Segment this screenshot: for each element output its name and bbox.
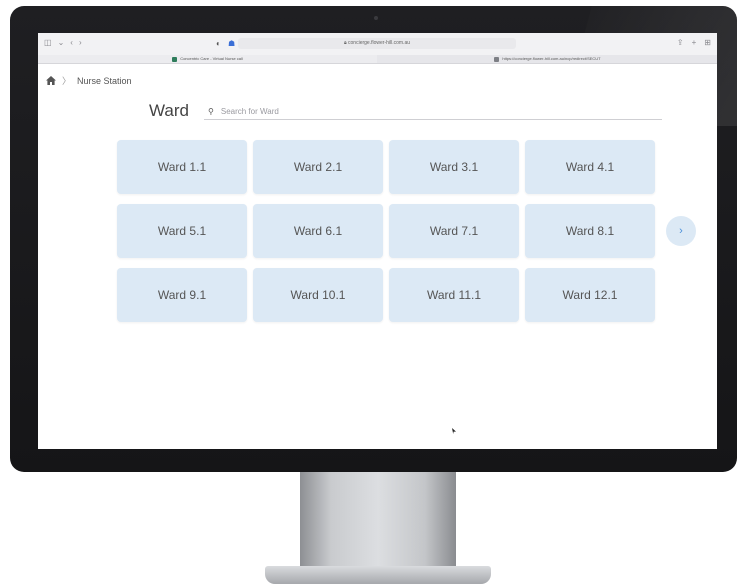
new-tab-icon[interactable]: + [692, 38, 697, 47]
breadcrumb-separator: 〉 [62, 76, 72, 86]
extension-icon[interactable]: ☗ [228, 39, 235, 48]
ward-card[interactable]: Ward 4.1 [525, 140, 655, 194]
breadcrumb: 〉 Nurse Station [46, 74, 132, 87]
tab-overview-icon[interactable]: ⊞ [704, 38, 711, 47]
share-icon[interactable]: ⇪ [677, 38, 684, 47]
mouse-cursor [452, 428, 456, 434]
sidebar-icon[interactable]: ◫ [44, 39, 52, 47]
search-bar[interactable]: ⚲ [204, 103, 662, 120]
home-icon[interactable] [46, 76, 56, 85]
monitor-stand [300, 472, 456, 568]
ward-card[interactable]: Ward 1.1 [117, 140, 247, 194]
ward-card[interactable]: Ward 5.1 [117, 204, 247, 258]
toolbar-left-controls: ◫ ⌄ ‹ › [44, 39, 82, 47]
ward-card[interactable]: Ward 9.1 [117, 268, 247, 322]
ward-card[interactable]: Ward 2.1 [253, 140, 383, 194]
tab-favicon-icon [494, 56, 500, 62]
page-title: Ward [149, 101, 189, 120]
next-page-button[interactable]: › [666, 216, 696, 246]
search-input[interactable] [218, 105, 623, 117]
tab-redirect[interactable]: https://concierge.flower-hill.com.au/ncp… [378, 55, 717, 63]
ward-card[interactable]: Ward 7.1 [389, 204, 519, 258]
address-bar[interactable]: 🔒︎ concierge.flower-hill.com.au [238, 38, 516, 49]
tab-title: https://concierge.flower-hill.com.au/ncp… [502, 56, 601, 61]
browser-toolbar: ◫ ⌄ ‹ › ◐ ☗ 🔒︎ concierge.flower-hill.com… [38, 33, 717, 56]
shield-icon[interactable]: ◐ [216, 39, 221, 48]
chevron-right-icon: › [679, 225, 683, 237]
ward-card[interactable]: Ward 10.1 [253, 268, 383, 322]
tab-virtual-nurse-call[interactable]: Concentric Care - Virtual Nurse call [38, 55, 377, 63]
screen: ◫ ⌄ ‹ › ◐ ☗ 🔒︎ concierge.flower-hill.com… [38, 33, 717, 449]
forward-icon[interactable]: › [79, 39, 82, 47]
camera-icon [374, 16, 378, 20]
ward-card[interactable]: Ward 6.1 [253, 204, 383, 258]
url-text: concierge.flower-hill.com.au [348, 40, 411, 46]
tab-favicon-icon [172, 56, 178, 62]
ward-card[interactable]: Ward 11.1 [389, 268, 519, 322]
ward-card[interactable]: Ward 8.1 [525, 204, 655, 258]
ward-card[interactable]: Ward 3.1 [389, 140, 519, 194]
back-icon[interactable]: ‹ [70, 39, 73, 47]
search-icon: ⚲ [208, 106, 214, 116]
ward-card[interactable]: Ward 12.1 [525, 268, 655, 322]
breadcrumb-current[interactable]: Nurse Station [77, 76, 132, 86]
toolbar-right-controls: ⇪ + ⊞ [677, 38, 711, 47]
tab-title: Concentric Care - Virtual Nurse call [180, 56, 243, 61]
ward-grid: Ward 1.1 Ward 2.1 Ward 3.1 Ward 4.1 Ward… [117, 140, 655, 322]
monitor-stand-base [265, 566, 491, 584]
chevron-down-icon[interactable]: ⌄ [58, 39, 65, 47]
tab-strip: Concentric Care - Virtual Nurse call htt… [38, 55, 717, 64]
